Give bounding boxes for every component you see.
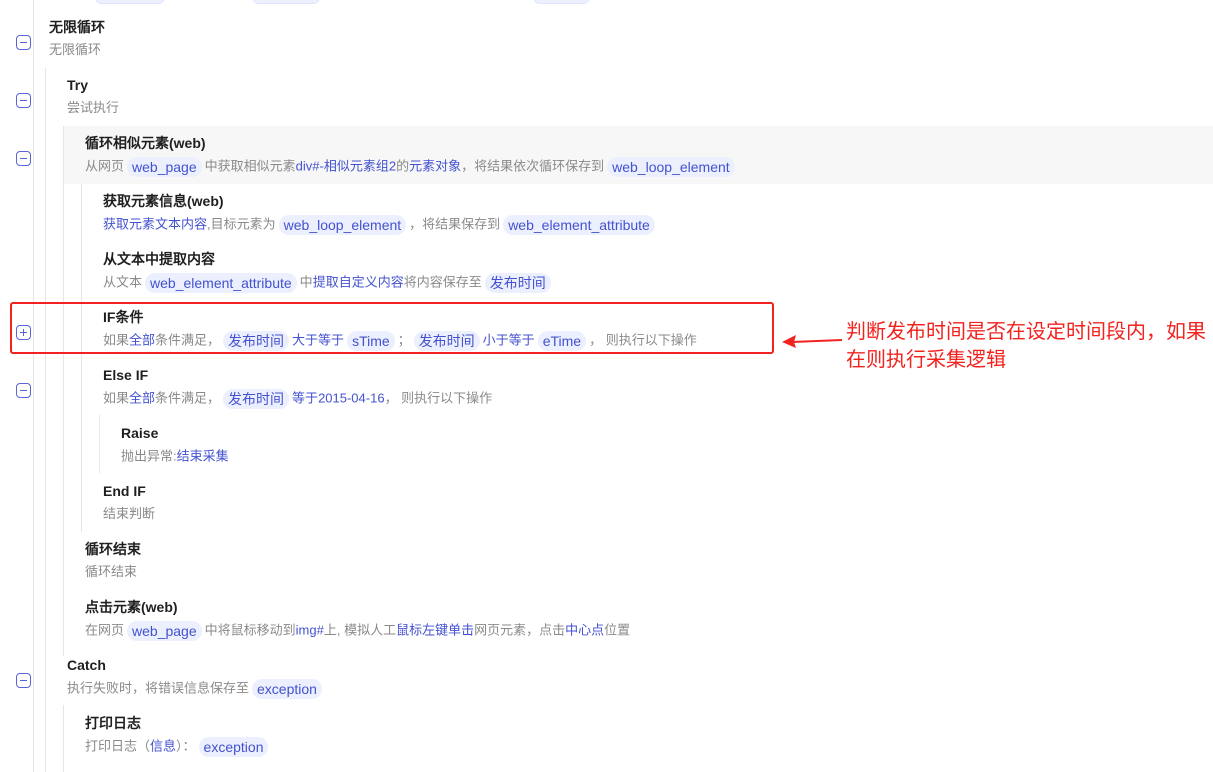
desc-text: 网页元素，点击 <box>474 622 566 638</box>
step-title: 打印日志 <box>85 715 141 731</box>
desc-keyword[interactable]: div#-相似元素组2 <box>296 159 396 174</box>
variable-chip[interactable]: web_element_attribute <box>145 272 297 293</box>
collapse-icon[interactable] <box>16 673 31 688</box>
step-description: 结束判断 <box>103 506 156 521</box>
desc-text: 执行失败时，将错误信息保存至 <box>67 680 250 696</box>
step-title: 循环结束 <box>85 541 141 557</box>
variable-chip[interactable]: web_loop_element <box>607 156 735 177</box>
collapse-icon[interactable] <box>16 151 31 166</box>
step-title: Else IF <box>103 367 149 383</box>
step-print-log[interactable]: 打印日志 打印日志（信息）： exception <box>85 713 1213 757</box>
desc-text: ，将结果依次循环保存到 <box>461 158 605 174</box>
desc-text: 中将鼠标移动到 <box>204 622 296 638</box>
desc-text: 如果 <box>103 390 130 406</box>
indent-guide <box>33 0 34 772</box>
desc-text: 在网页 <box>85 622 125 638</box>
desc-text: 从网页 <box>85 158 125 174</box>
variable-chip[interactable]: exception <box>252 678 322 699</box>
cut-off-previous-row <box>0 0 1213 4</box>
indent-guide <box>81 184 82 532</box>
collapse-icon[interactable] <box>16 383 31 398</box>
step-description: 从网页 web_page 中获取相似元素div#-相似元素组2的元素对象，将结果依次… <box>85 156 738 177</box>
step-catch[interactable]: Catch 执行失败时，将错误信息保存至 exception <box>67 655 1213 699</box>
indent-guide <box>63 126 64 656</box>
step-extract-from-text[interactable]: 从文本中提取内容 从文本 web_element_attribute 中提取自定义内… <box>103 249 1213 293</box>
desc-value[interactable]: 2015-04-16 <box>318 391 385 406</box>
step-click-element[interactable]: 点击元素(web) 在网页 web_page 中将鼠标移动到img#上, 模拟人工鼠… <box>85 597 1213 641</box>
desc-text: 位置 <box>604 622 631 638</box>
step-description: 从文本 web_element_attribute 中提取自定义内容将内容保存至 发布… <box>103 272 554 293</box>
variable-chip[interactable]: web_element_attribute <box>503 214 655 235</box>
step-description: 在网页 web_page 中将鼠标移动到img#上, 模拟人工鼠标左键单击网页元素，… <box>85 620 630 641</box>
step-title: 从文本中提取内容 <box>103 251 215 267</box>
step-description: 如果全部条件满足， 发布时间 等于2015-04-16， 则执行以下操作 <box>103 388 492 409</box>
step-description: 执行失败时，将错误信息保存至 exception <box>67 678 325 699</box>
desc-keyword[interactable]: 信息 <box>150 739 176 754</box>
desc-text: 将内容保存至 <box>403 274 482 290</box>
desc-text: 抛出异常: <box>121 448 177 464</box>
desc-text: 上, 模拟人工 <box>323 622 397 638</box>
step-title: 循环相似元素(web) <box>85 135 206 151</box>
variable-chip[interactable]: 发布时间 <box>223 388 290 409</box>
step-title: End IF <box>103 483 146 499</box>
variable-chip[interactable]: web_loop_element <box>278 214 407 235</box>
step-description: 无限循环 <box>49 42 102 57</box>
desc-text: 中获取相似元素 <box>204 158 296 174</box>
cut-off-chip <box>252 0 320 4</box>
step-title: Catch <box>67 657 106 673</box>
step-description: 循环结束 <box>85 564 138 579</box>
collapse-icon[interactable] <box>16 93 31 108</box>
desc-text: 从文本 <box>103 274 143 290</box>
desc-keyword[interactable]: 中心点 <box>565 623 604 638</box>
step-title: 点击元素(web) <box>85 599 178 615</box>
step-raise[interactable]: Raise 抛出异常:结束采集 <box>121 423 1213 467</box>
desc-keyword[interactable]: img# <box>296 623 324 638</box>
desc-keyword[interactable]: 提取自定义内容 <box>313 275 404 290</box>
collapse-icon[interactable] <box>16 35 31 50</box>
step-try[interactable]: Try 尝试执行 <box>67 75 1213 119</box>
annotation-text: 判断发布时间是否在设定时间段内，如果在则执行采集逻辑 <box>846 321 1206 371</box>
step-loop-similar-elements[interactable]: 循环相似元素(web) 从网页 web_page 中获取相似元素div#-相似元素组… <box>85 133 1213 177</box>
step-loop-end[interactable]: 循环结束 循环结束 <box>85 539 1213 583</box>
step-title: Raise <box>121 425 159 441</box>
annotation-arrow-icon <box>782 335 843 348</box>
step-description: 打印日志（信息）： exception <box>85 736 271 757</box>
step-description: 尝试执行 <box>67 100 120 115</box>
step-description: 抛出异常:结束采集 <box>121 446 229 467</box>
step-title: 获取元素信息(web) <box>103 193 224 209</box>
indent-guide <box>63 705 64 772</box>
step-loop-infinite[interactable]: 无限循环 无限循环 <box>49 17 1213 61</box>
indent-guide <box>99 415 100 473</box>
step-title: Try <box>67 77 89 93</box>
desc-text: ）： <box>176 738 196 754</box>
cut-off-chip <box>95 0 165 4</box>
desc-keyword[interactable]: 元素对象 <box>409 159 461 174</box>
desc-keyword[interactable]: 单击 <box>448 623 474 638</box>
desc-text: ， 则执行以下操作 <box>384 390 493 406</box>
desc-keyword[interactable]: 全部 <box>129 391 155 406</box>
desc-text: ,目标元素为 <box>207 216 276 232</box>
desc-keyword[interactable]: 鼠标左键 <box>396 623 448 638</box>
variable-chip[interactable]: web_page <box>127 156 202 177</box>
step-description: 获取元素文本内容,目标元素为 web_loop_element ，将结果保存到 web… <box>103 214 658 235</box>
desc-keyword[interactable]: 获取元素文本内容 <box>103 217 207 232</box>
desc-text: 条件满足， <box>155 390 221 406</box>
step-end-if[interactable]: End IF 结束判断 <box>103 481 1213 525</box>
desc-keyword[interactable]: 等于 <box>292 391 318 406</box>
desc-text: ，将结果保存到 <box>409 216 501 232</box>
desc-text: 打印日志（ <box>85 738 151 754</box>
annotation-highlight-box <box>10 302 774 354</box>
cut-off-chip <box>533 0 590 4</box>
variable-chip[interactable]: 发布时间 <box>484 272 551 293</box>
step-title: 无限循环 <box>49 19 105 35</box>
indent-guide <box>45 68 46 772</box>
desc-text: 的 <box>396 158 410 174</box>
desc-keyword[interactable]: 结束采集 <box>177 449 229 464</box>
variable-chip[interactable]: exception <box>198 736 269 757</box>
variable-chip[interactable]: web_page <box>127 620 202 641</box>
step-get-element-info[interactable]: 获取元素信息(web) 获取元素文本内容,目标元素为 web_loop_eleme… <box>103 191 1213 235</box>
desc-text: 中 <box>299 274 313 290</box>
